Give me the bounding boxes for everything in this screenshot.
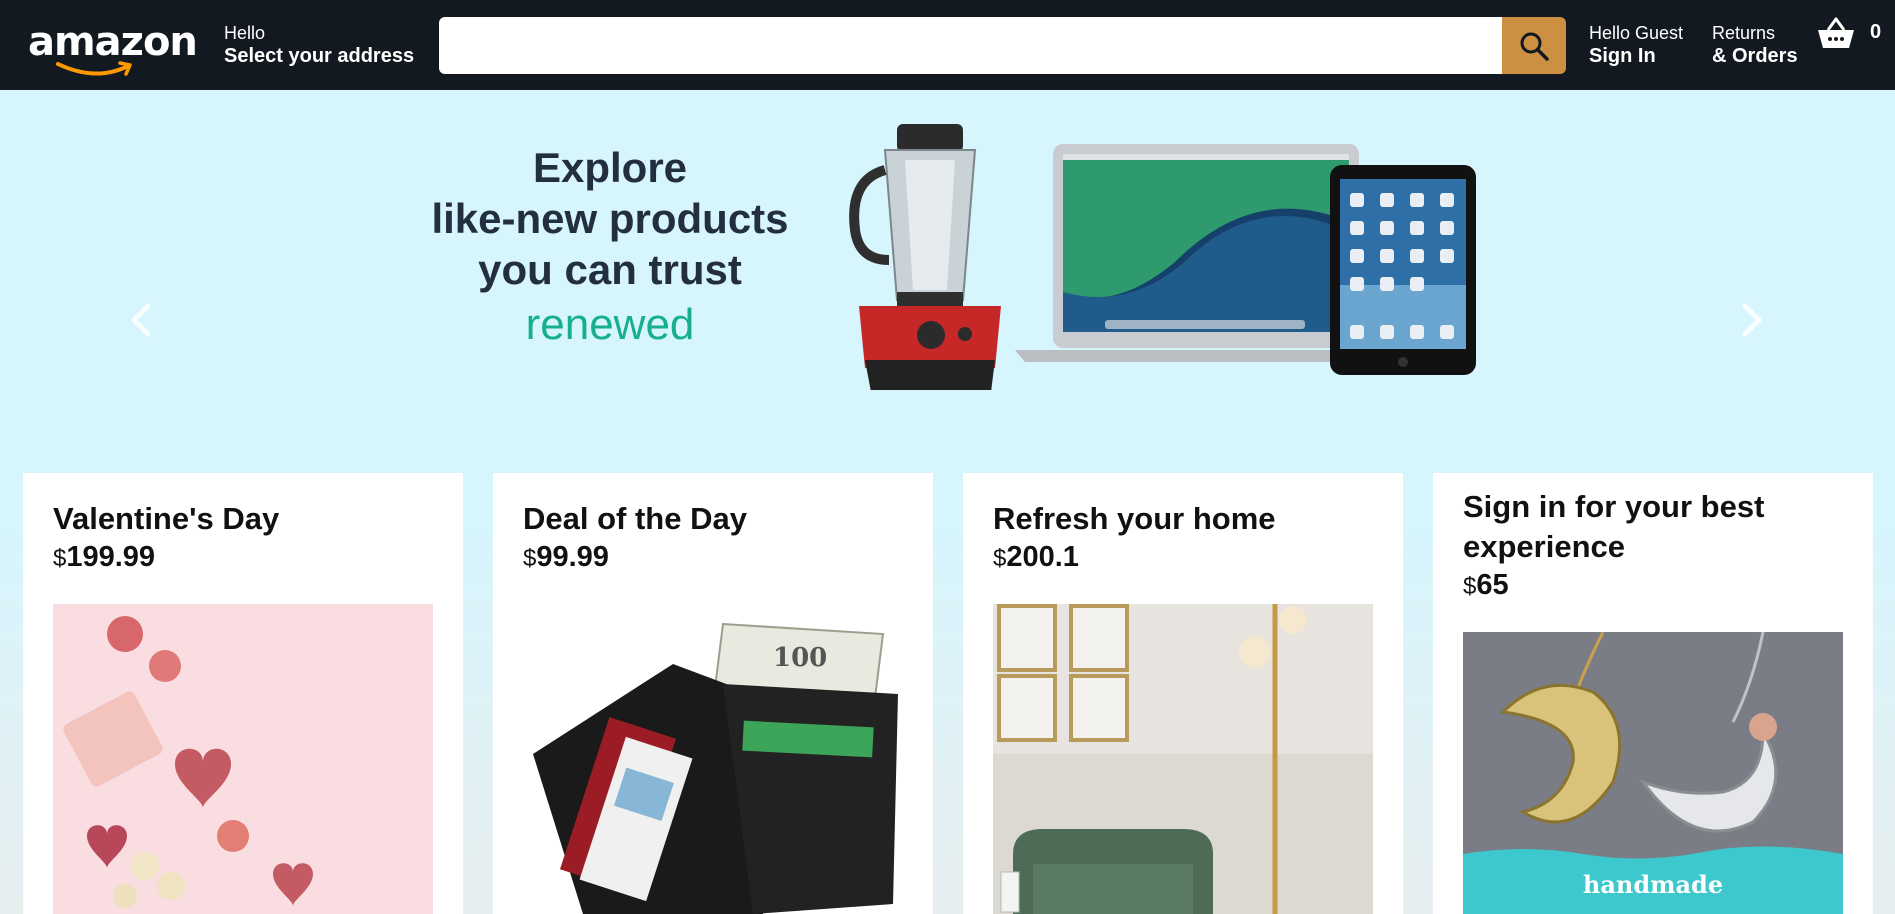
returns-orders[interactable]: Returns & Orders [1712, 22, 1798, 68]
sign-in-label: Sign In [1589, 45, 1656, 67]
search-input[interactable] [439, 17, 1502, 74]
hero-headline: Explore like-new products you can trust … [380, 142, 840, 355]
tablet-image [1330, 165, 1476, 375]
search-icon [1520, 32, 1549, 61]
price-amount: 200.1 [1006, 541, 1079, 573]
card-price: $99.99 [523, 541, 609, 574]
card-title-line-2: experience [1463, 529, 1625, 564]
svg-text:100: 100 [773, 643, 827, 673]
card-price: $200.1 [993, 541, 1079, 574]
logo-smile-icon [56, 61, 132, 76]
card-title: Deal of the Day [523, 501, 747, 536]
card-price: $65 [1463, 569, 1509, 602]
valentines-gifts-image[interactable] [53, 604, 433, 914]
hero-renewed-label: renewed [525, 300, 695, 349]
laptop-image [1015, 144, 1360, 362]
account-greeting: Hello Guest [1589, 23, 1684, 43]
account-signin[interactable]: Hello Guest Sign In [1589, 22, 1683, 68]
product-card-valentines[interactable]: Valentine's Day $199.99 [23, 473, 463, 914]
address-label: Select your address [224, 45, 415, 67]
handmade-caption: handmade [1582, 870, 1724, 899]
product-card-deal-of-the-day[interactable]: Deal of the Day $99.99 100 [493, 473, 933, 914]
hero-line-2: like-new products [431, 195, 789, 242]
address-greeting: Hello [224, 23, 266, 43]
returns-label: Returns [1712, 23, 1776, 43]
basket-icon [1818, 17, 1854, 48]
product-card-sign-in[interactable]: Sign in for your best experience $65 han… [1433, 473, 1873, 914]
search-bar [439, 17, 1566, 74]
card-price: $199.99 [53, 541, 155, 574]
hero-line-1: Explore [532, 144, 688, 191]
living-room-image[interactable] [993, 604, 1373, 914]
product-card-refresh-home[interactable]: Refresh your home $200.1 [963, 473, 1403, 914]
price-amount: 99.99 [536, 541, 609, 573]
amazon-logo[interactable]: amazon [28, 18, 198, 76]
card-title-line-1: Sign in for your best [1463, 489, 1765, 524]
price-currency: $ [1463, 573, 1477, 600]
nav-bar: amazon Hello Select your address Hello G… [0, 0, 1895, 90]
hero-line-3: you can trust [478, 246, 742, 293]
price-currency: $ [53, 545, 67, 572]
blender-image [849, 124, 1001, 390]
cart-button[interactable]: 0 [1816, 16, 1886, 56]
price-currency: $ [993, 545, 1007, 572]
price-amount: 199.99 [66, 541, 156, 573]
cart-count: 0 [1870, 21, 1882, 43]
price-currency: $ [523, 545, 537, 572]
search-button[interactable] [1502, 17, 1566, 74]
logo-text: amazon [28, 19, 198, 65]
price-amount: 65 [1476, 569, 1509, 601]
card-title: Refresh your home [993, 501, 1276, 536]
carousel-next-icon[interactable] [1733, 300, 1769, 340]
address-selector[interactable]: Hello Select your address [224, 22, 414, 68]
orders-label: & Orders [1712, 45, 1798, 67]
card-title: Valentine's Day [53, 501, 280, 536]
necklace-image[interactable]: handmade [1463, 632, 1843, 914]
wallet-image[interactable]: 100 [523, 604, 903, 914]
carousel-prev-icon[interactable] [124, 300, 160, 340]
